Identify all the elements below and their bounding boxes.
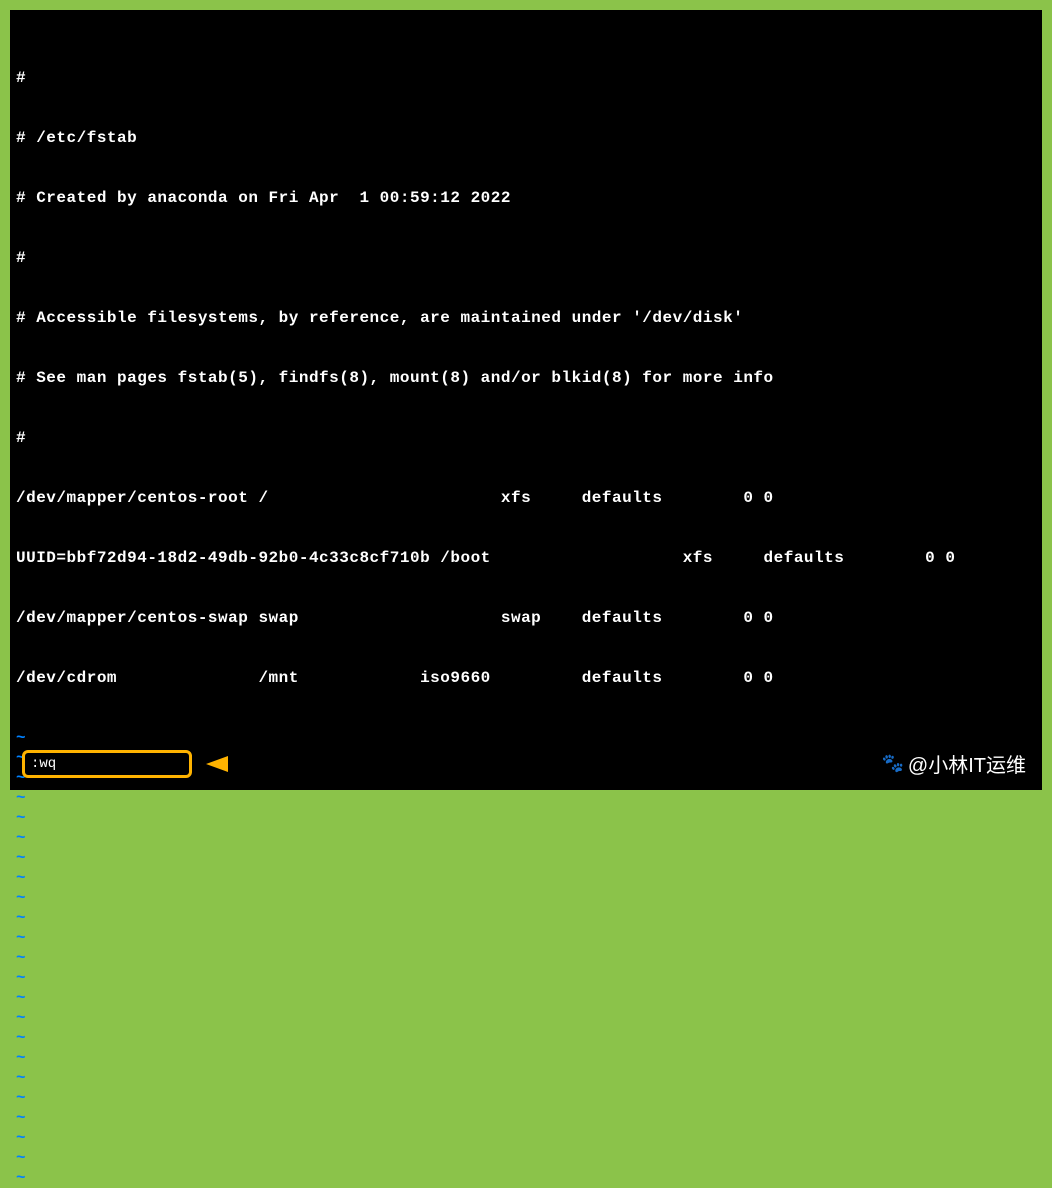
vim-tilde-line: ~ [16,1048,1036,1068]
vim-tilde-line: ~ [16,1168,1036,1188]
vim-tilde-line: ~ [16,888,1036,908]
file-line: # Accessible filesystems, by reference, … [16,308,1036,328]
file-line: # [16,428,1036,448]
vim-tilde-line: ~ [16,808,1036,828]
file-line: # See man pages fstab(5), findfs(8), mou… [16,368,1036,388]
vim-tilde-line: ~ [16,948,1036,968]
file-content: # # /etc/fstab # Created by anaconda on … [16,28,1036,728]
vim-tilde-line: ~ [16,908,1036,928]
vim-tilde-line: ~ [16,1068,1036,1088]
vim-tilde-line: ~ [16,848,1036,868]
vim-tilde-line: ~ [16,1108,1036,1128]
file-line: /dev/mapper/centos-swap swap swap defaul… [16,608,1036,628]
vim-command-text: :wq [31,756,56,772]
file-line: # Created by anaconda on Fri Apr 1 00:59… [16,188,1036,208]
vim-tilde-line: ~ [16,1148,1036,1168]
vim-tilde-line: ~ [16,928,1036,948]
vim-empty-lines: ~~~~~~~~~~~~~~~~~~~~~~~ [16,728,1036,1188]
vim-tilde-line: ~ [16,728,1036,748]
vim-tilde-line: ~ [16,828,1036,848]
watermark: 🐾 @小林IT运维 [882,749,1027,778]
file-line: # [16,68,1036,88]
terminal-window: # # /etc/fstab # Created by anaconda on … [10,10,1042,790]
paw-icon: 🐾 [882,753,904,774]
vim-tilde-line: ~ [16,1008,1036,1028]
file-line: # /etc/fstab [16,128,1036,148]
vim-tilde-line: ~ [16,988,1036,1008]
vim-tilde-line: ~ [16,868,1036,888]
file-line: UUID=bbf72d94-18d2-49db-92b0-4c33c8cf710… [16,548,1036,568]
file-line: /dev/mapper/centos-root / xfs defaults 0… [16,488,1036,508]
vim-tilde-line: ~ [16,968,1036,988]
watermark-text: @小林IT运维 [908,749,1026,778]
vim-tilde-line: ~ [16,1128,1036,1148]
vim-tilde-line: ~ [16,788,1036,808]
file-line: /dev/cdrom /mnt iso9660 defaults 0 0 [16,668,1036,688]
annotation-arrow-icon [206,756,228,772]
vim-tilde-line: ~ [16,1028,1036,1048]
file-line: # [16,248,1036,268]
vim-tilde-line: ~ [16,1088,1036,1108]
vim-command-input[interactable]: :wq [22,750,192,778]
vim-command-area: :wq [22,750,228,778]
